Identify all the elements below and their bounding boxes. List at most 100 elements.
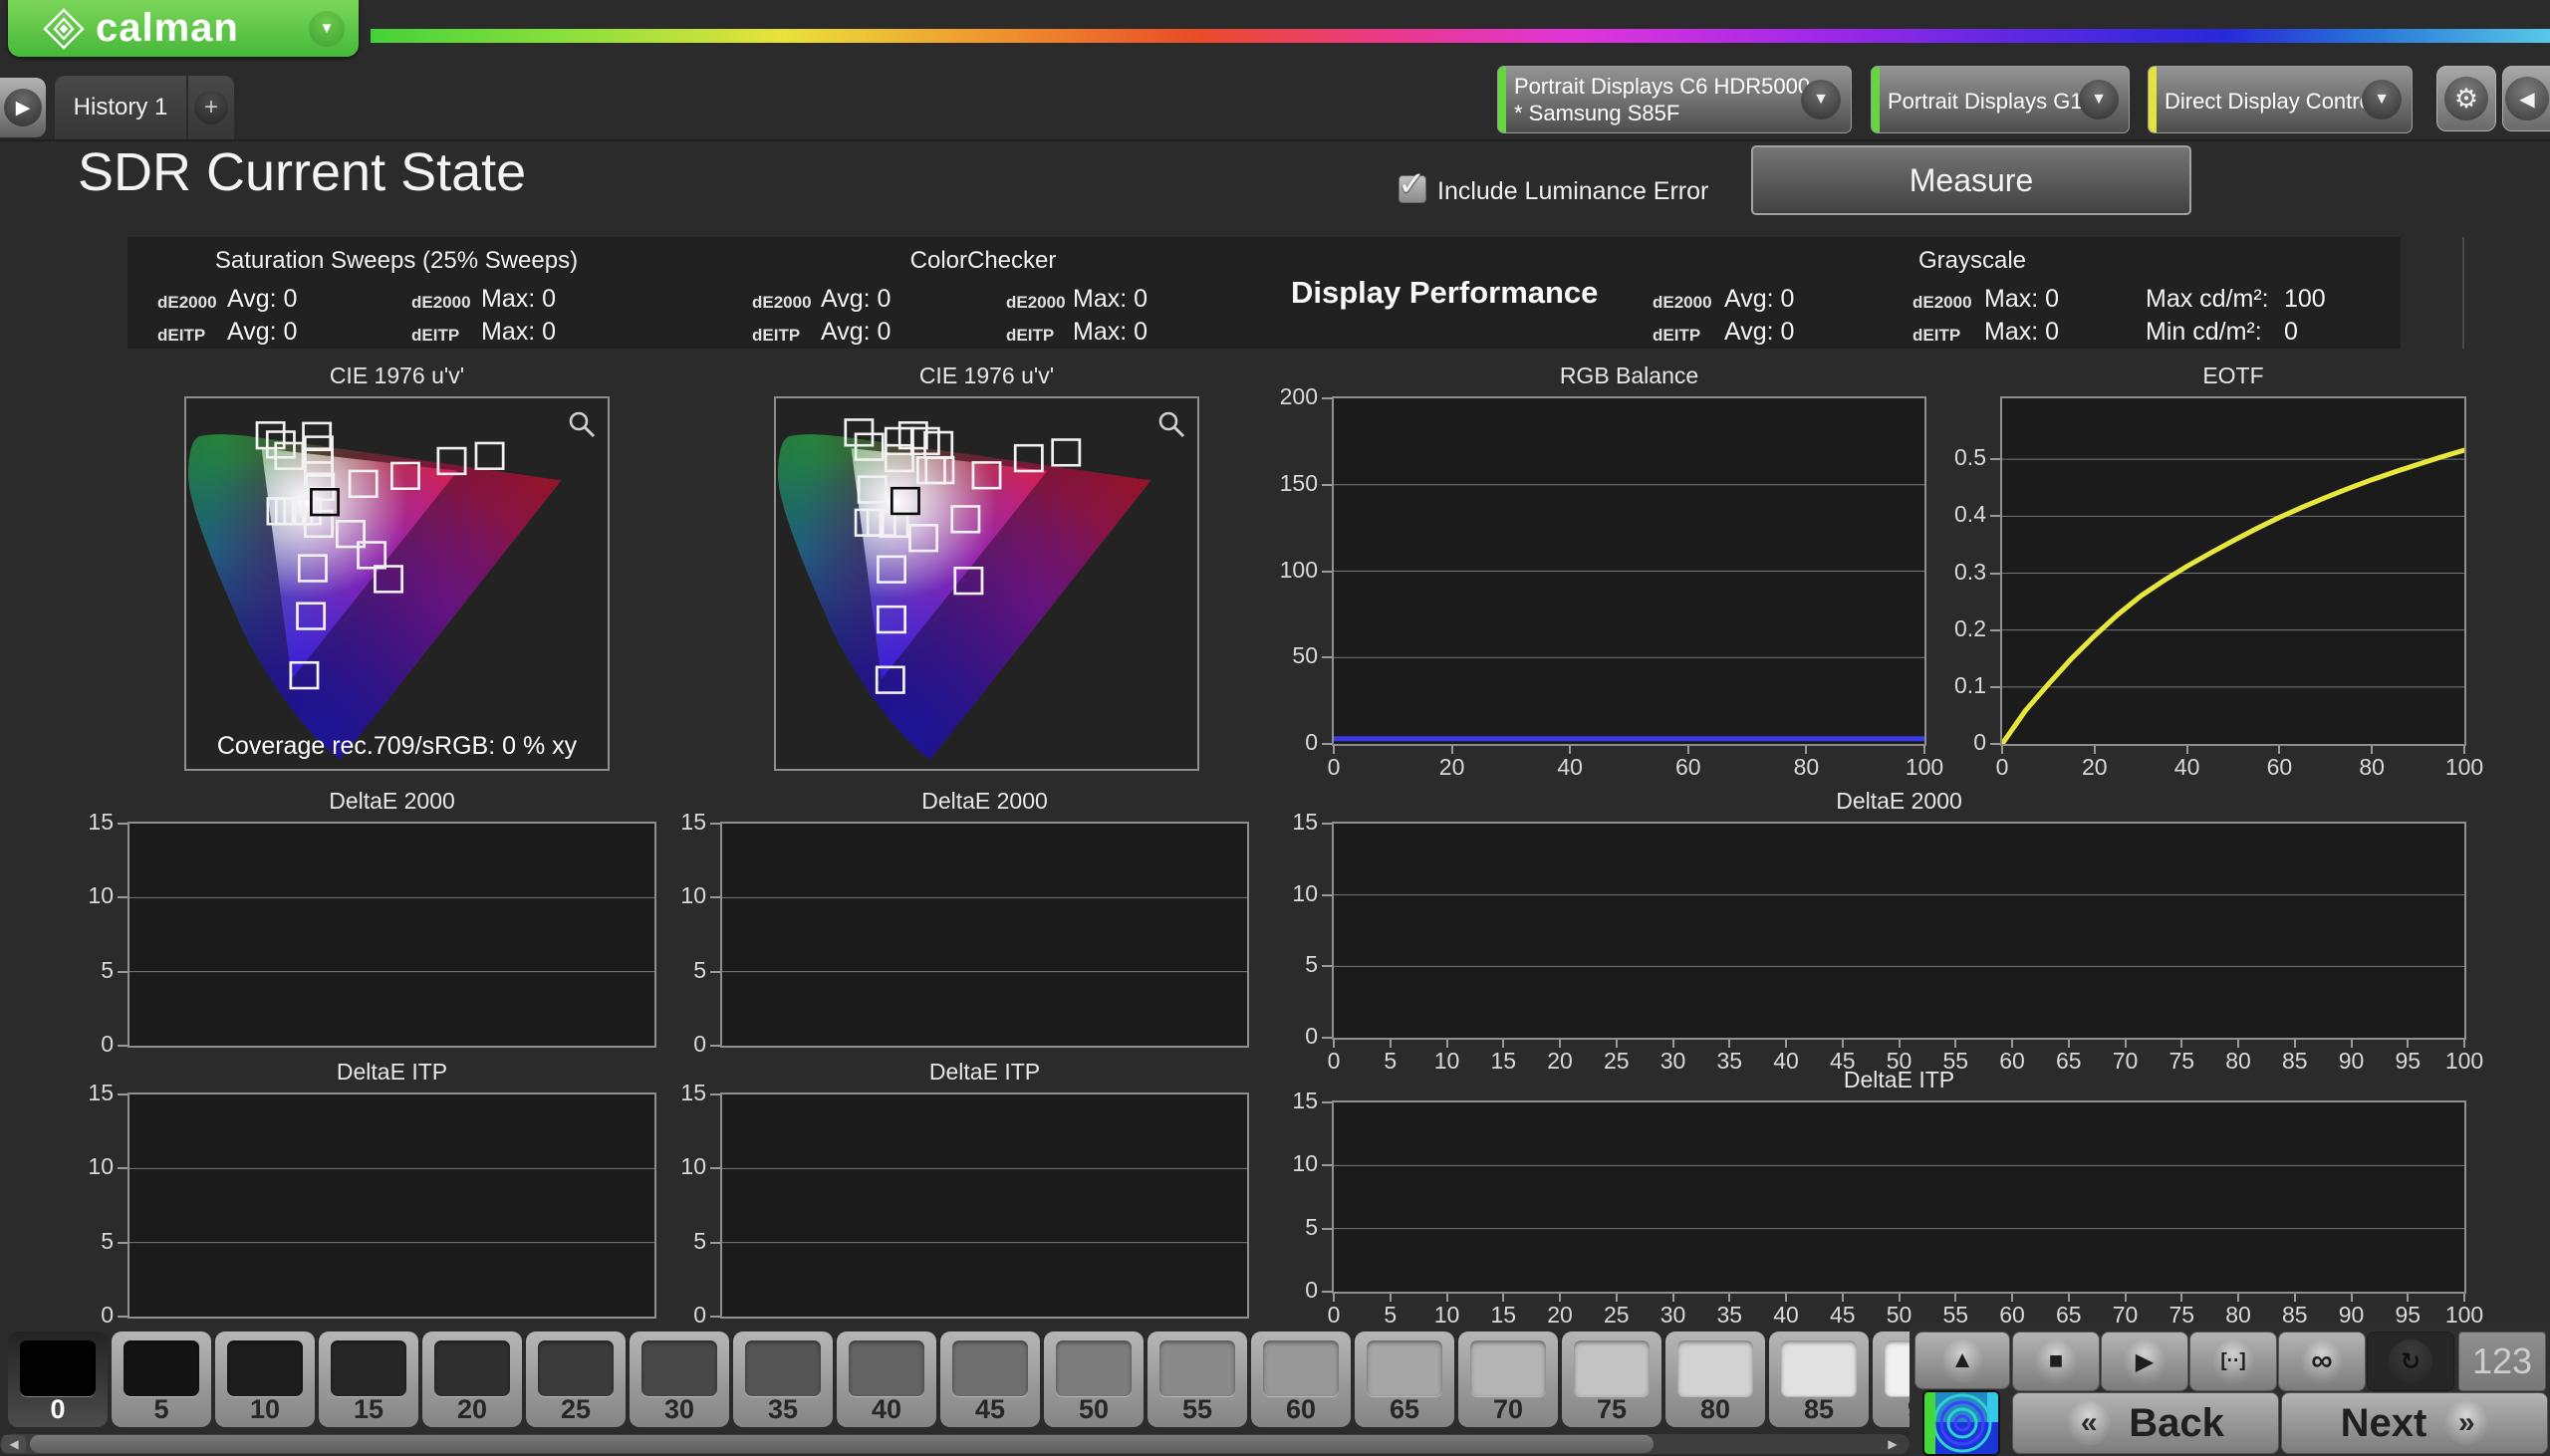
min-luminance-value: 0: [2284, 318, 2298, 347]
play-icon: ▶: [2123, 1339, 2167, 1383]
gray-level-swatch-75[interactable]: 75: [1562, 1332, 1661, 1427]
display-control-dropdown[interactable]: Direct Display Control ▼: [2148, 66, 2413, 133]
source-dropdown[interactable]: Portrait Displays G1 ▼: [1871, 66, 2130, 133]
gray-level-swatch-40[interactable]: 40: [837, 1332, 936, 1427]
gray-level-swatch-60[interactable]: 60: [1251, 1332, 1351, 1427]
y-tick-label: 50: [1232, 642, 1318, 669]
y-tick-label: 10: [28, 882, 114, 909]
x-tick: [2180, 1040, 2182, 1048]
gray-level-swatch-0[interactable]: 0: [8, 1332, 108, 1427]
swatch-scrollbar-thumb[interactable]: [30, 1435, 1654, 1453]
metric-label: dEITP: [752, 326, 800, 346]
source-dropdown-value: Portrait Displays G1: [1888, 88, 2083, 115]
x-tick: [1687, 746, 1689, 754]
measurement-control-panel: ▲ ■ ▶ [··] ∞: [1910, 1325, 2550, 1456]
include-luminance-checkbox[interactable]: ✓: [1399, 175, 1426, 203]
gray-level-swatch-25[interactable]: 25: [526, 1332, 626, 1427]
x-tick: [1446, 1294, 1448, 1302]
x-tick: [2011, 1294, 2013, 1302]
gray-level-swatch-55[interactable]: 55: [1148, 1332, 1247, 1427]
scrollbar-left-arrow[interactable]: ◀: [2, 1435, 26, 1453]
gray-level-swatch-45[interactable]: 45: [940, 1332, 1040, 1427]
calman-window: calman ▼ ▶ History 1 + Portrait Displays…: [0, 0, 2550, 1456]
swatch-color: [1159, 1340, 1235, 1396]
measurement-marker: [476, 443, 503, 469]
chevron-down-icon: ▼: [1801, 80, 1841, 120]
swatch-color: [1367, 1340, 1442, 1396]
y-tick: [118, 1093, 128, 1095]
y-tick: [710, 823, 720, 825]
zoom-icon[interactable]: [1155, 408, 1187, 440]
chart-title: DeltaE ITP: [1334, 1067, 2464, 1093]
gray-level-swatch-35[interactable]: 35: [733, 1332, 833, 1427]
app-menu-button[interactable]: calman ▼: [8, 0, 359, 57]
zoom-icon[interactable]: [566, 408, 598, 440]
x-tick: [1728, 1040, 1730, 1048]
y-tick: [118, 1045, 128, 1047]
gray-level-swatch-10[interactable]: 10: [215, 1332, 315, 1427]
measure-button[interactable]: Measure: [1751, 145, 2191, 215]
pattern-window-raise-button[interactable]: ▲: [1914, 1332, 2010, 1389]
x-tick-label: 100: [2420, 754, 2509, 781]
tab-history-1[interactable]: History 1: [55, 76, 188, 139]
back-button[interactable]: « Back: [2012, 1392, 2279, 1454]
y-tick: [1990, 458, 2000, 460]
settings-button[interactable]: ⚙: [2436, 66, 2496, 131]
scrollbar-right-arrow[interactable]: ▶: [1881, 1435, 1905, 1453]
next-button[interactable]: Next »: [2281, 1392, 2548, 1454]
swatch-label: 15: [319, 1394, 418, 1425]
gray-level-swatch-20[interactable]: 20: [422, 1332, 522, 1427]
cie-1976-diagram-colorchecker: CIE 1976 u'v': [774, 396, 1199, 771]
meter-dropdown[interactable]: Portrait Displays C6 HDR5000 * Samsung S…: [1497, 66, 1852, 133]
gray-level-swatch-85[interactable]: 85: [1769, 1332, 1869, 1427]
interval-measure-button[interactable]: [··]: [2189, 1332, 2277, 1391]
refresh-button[interactable]: ↻: [2367, 1332, 2454, 1391]
x-tick: [2068, 1294, 2070, 1302]
collapse-panel-button[interactable]: ◀: [2502, 66, 2550, 131]
swatch-color: [20, 1340, 96, 1396]
swatch-label: 35: [733, 1394, 833, 1425]
tab-scroll-button[interactable]: ▶: [0, 78, 46, 137]
y-tick-label: 15: [621, 1080, 706, 1106]
y-tick-label: 5: [28, 1228, 114, 1255]
calman-logo-icon: [42, 7, 86, 51]
y-tick-label: 150: [1232, 470, 1318, 497]
metric-label: dE2000: [157, 293, 217, 313]
max-luminance-value: 100: [2284, 285, 2326, 314]
gray-level-swatch-15[interactable]: 15: [319, 1332, 418, 1427]
gray-level-swatch-70[interactable]: 70: [1458, 1332, 1558, 1427]
y-tick: [1990, 515, 2000, 517]
stop-button[interactable]: ■: [2012, 1332, 2100, 1391]
display-status-stripe: [2149, 67, 2157, 132]
y-tick: [1322, 397, 1332, 399]
swatch-color: [1470, 1340, 1546, 1396]
deltae-itp-chart-grayscale: DeltaE ITP051015051015202530354045505560…: [1332, 1100, 2466, 1294]
x-tick: [2294, 1040, 2296, 1048]
gray-level-swatch-80[interactable]: 80: [1665, 1332, 1765, 1427]
pattern-window-thumbnail[interactable]: [1922, 1390, 2000, 1456]
y-tick-label: 0.2: [1901, 615, 1986, 642]
meter-status-stripe: [1498, 67, 1506, 132]
gray-level-swatch-30[interactable]: 30: [630, 1332, 729, 1427]
x-tick-label: 100: [1880, 754, 1969, 781]
x-tick-label: 0: [1957, 754, 2047, 781]
y-tick-label: 5: [1232, 951, 1318, 978]
gray-level-swatch-5[interactable]: 5: [112, 1332, 211, 1427]
y-tick-label: 0: [1901, 729, 1986, 756]
gray-level-swatch-50[interactable]: 50: [1044, 1332, 1144, 1427]
grayscale-avg-deitp: Avg: 0: [1724, 318, 1794, 347]
gray-level-swatch-65[interactable]: 65: [1355, 1332, 1454, 1427]
deltae-2000-chart-saturation: DeltaE 2000051015: [128, 822, 656, 1048]
metric-label: dEITP: [411, 326, 459, 346]
add-tab-button[interactable]: +: [188, 76, 234, 139]
play-button[interactable]: ▶: [2101, 1332, 2188, 1391]
y-tick: [1322, 1228, 1332, 1230]
continuous-measure-button[interactable]: ∞: [2278, 1332, 2366, 1391]
x-tick: [1333, 1040, 1335, 1048]
plus-icon: +: [194, 91, 228, 124]
swatch-label: 20: [422, 1394, 522, 1425]
page-title: SDR Current State: [78, 141, 526, 203]
y-tick: [710, 1093, 720, 1095]
saturation-avg-deitp: Avg: 0: [227, 318, 297, 347]
x-tick: [1333, 1294, 1335, 1302]
